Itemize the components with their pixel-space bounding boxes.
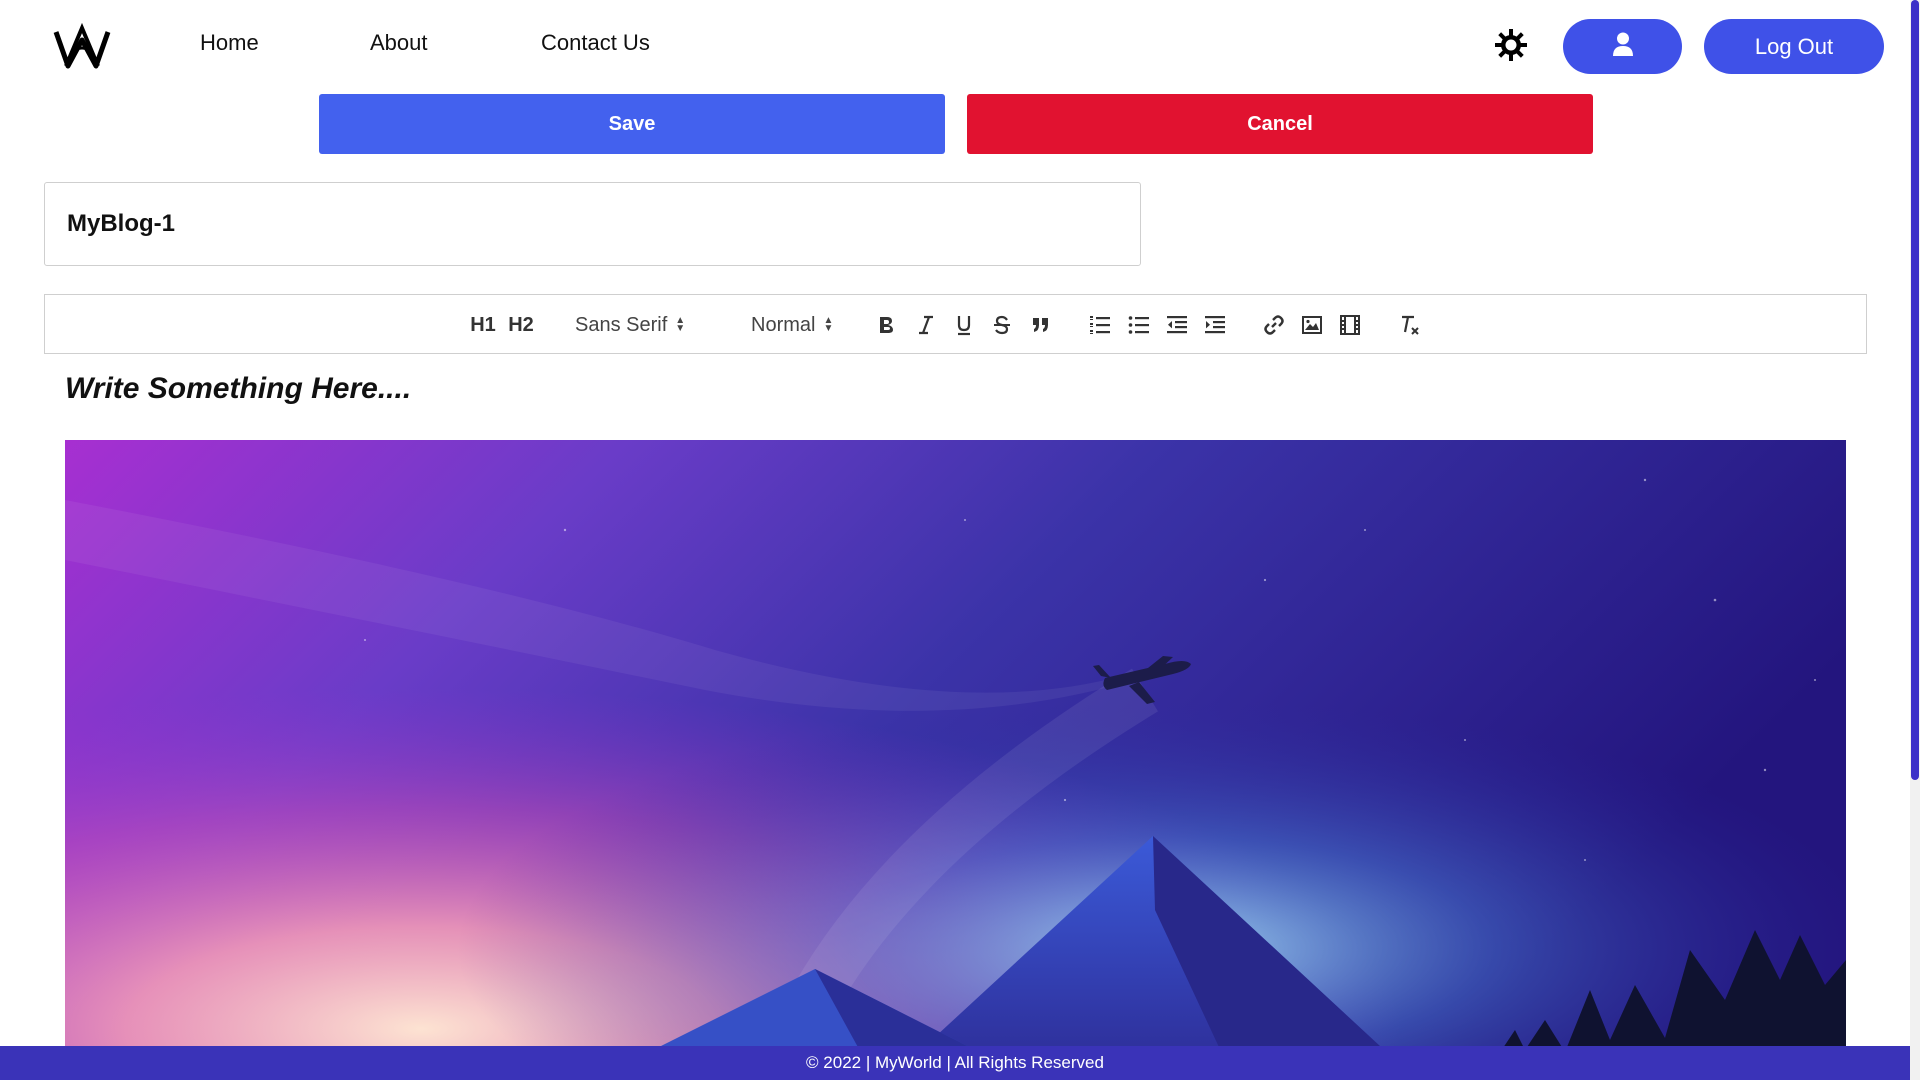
page-scrollbar[interactable]	[1910, 0, 1920, 1080]
embedded-image	[65, 440, 1846, 1046]
underline-icon[interactable]	[949, 310, 979, 340]
post-title-input[interactable]	[44, 182, 1141, 266]
strikethrough-icon[interactable]	[987, 310, 1017, 340]
bold-icon[interactable]	[871, 310, 901, 340]
editor-toolbar: H1 H2 Sans Serif ▲ ▼ Normal ▲ ▼	[44, 294, 1867, 354]
nav-link-home[interactable]: Home	[200, 30, 259, 56]
italic-icon[interactable]	[911, 310, 941, 340]
outdent-icon[interactable]	[1162, 310, 1192, 340]
clear-format-icon[interactable]	[1395, 310, 1425, 340]
crown-logo-icon[interactable]	[52, 22, 112, 72]
theme-toggle-sun-icon[interactable]	[1494, 28, 1528, 62]
font-family-select[interactable]: Sans Serif ▲ ▼	[575, 310, 685, 340]
header-2-button[interactable]: H2	[508, 310, 534, 340]
footer-copyright: © 2022 | MyWorld | All Rights Reserved	[806, 1053, 1104, 1072]
nav-link-about[interactable]: About	[370, 30, 428, 56]
save-button[interactable]: Save	[319, 94, 945, 154]
image-icon[interactable]	[1297, 310, 1327, 340]
ordered-list-icon[interactable]	[1085, 310, 1115, 340]
top-navbar: Home About Contact Us Log Out	[0, 0, 1910, 92]
blockquote-icon[interactable]	[1026, 310, 1056, 340]
editor-content[interactable]: Write Something Here....	[44, 354, 1867, 1046]
font-size-select[interactable]: Normal ▲ ▼	[751, 310, 833, 340]
link-icon[interactable]	[1259, 310, 1289, 340]
user-icon	[1612, 32, 1634, 62]
indent-icon[interactable]	[1200, 310, 1230, 340]
select-arrows-icon: ▲ ▼	[823, 315, 834, 334]
header-1-button[interactable]: H1	[470, 310, 496, 340]
editor-placeholder: Write Something Here....	[65, 372, 412, 405]
footer: © 2022 | MyWorld | All Rights Reserved	[0, 1046, 1910, 1080]
nav-link-contact[interactable]: Contact Us	[541, 30, 650, 56]
select-arrows-icon: ▲ ▼	[675, 315, 686, 334]
bullet-list-icon[interactable]	[1124, 310, 1154, 340]
cancel-button[interactable]: Cancel	[967, 94, 1593, 154]
logout-button[interactable]: Log Out	[1704, 19, 1884, 74]
profile-button[interactable]	[1563, 19, 1682, 74]
scrollbar-thumb[interactable]	[1911, 0, 1919, 780]
video-icon[interactable]	[1335, 310, 1365, 340]
